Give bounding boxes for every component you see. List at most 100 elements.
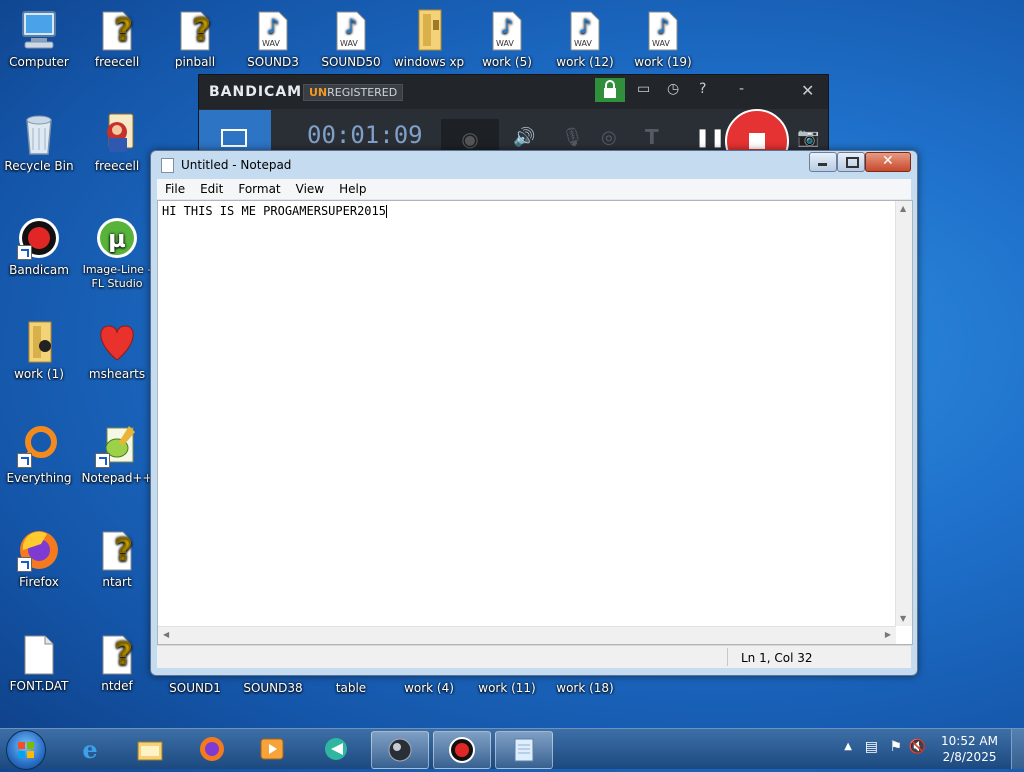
desktop-icon-label: ntart xyxy=(102,575,132,589)
taskbar-internet-explorer[interactable]: e xyxy=(62,731,118,767)
unregistered-badge[interactable]: UNREGISTERED xyxy=(303,84,404,101)
desktop-icon-work-4[interactable]: work (4) xyxy=(392,681,466,695)
camera-icon[interactable]: 📷 xyxy=(797,127,819,148)
flag-icon[interactable]: ⚑ xyxy=(889,739,902,755)
desktop-icon-sound50[interactable]: ♪ WAV SOUND50 xyxy=(314,8,388,69)
show-desktop-button[interactable] xyxy=(1011,729,1024,769)
desktop-icon-fl-studio[interactable]: µ Image-Line - FL Studio 11... xyxy=(80,216,154,291)
speaker-muted-icon[interactable]: 🔇 xyxy=(909,739,926,755)
clock[interactable]: 10:52 AM 2/8/2025 xyxy=(941,733,998,765)
desktop-icon-firefox[interactable]: Firefox xyxy=(2,528,76,589)
desktop-icon-work-5[interactable]: ♪ WAV work (5) xyxy=(470,8,544,69)
internet-explorer-icon: e xyxy=(82,736,97,762)
scroll-right-icon[interactable]: ▶ xyxy=(885,630,891,639)
desktop-icon-ntart[interactable]: ? ntart xyxy=(80,528,154,589)
microphone-icon[interactable]: 🎙 xyxy=(561,127,584,148)
desktop-icon-everything[interactable]: Everything xyxy=(2,424,76,485)
desktop-icon-work-1[interactable]: work (1) xyxy=(2,320,76,381)
svg-text:♪: ♪ xyxy=(501,14,514,38)
pause-icon[interactable]: ❚❚ xyxy=(695,127,725,148)
svg-text:?: ? xyxy=(115,13,132,48)
desktop-icon-pinball[interactable]: ? pinball xyxy=(158,8,232,69)
taskbar-dark-orb[interactable] xyxy=(371,731,429,769)
menu-help[interactable]: Help xyxy=(331,179,373,196)
wav-file-icon: ♪ WAV xyxy=(485,8,529,52)
desktop-icon-label: mshearts xyxy=(88,367,146,381)
desktop-icon-recycle-bin[interactable]: Recycle Bin xyxy=(2,112,76,173)
menu-format[interactable]: Format xyxy=(230,179,287,196)
start-button[interactable] xyxy=(6,730,46,770)
desktop-icon-freecell[interactable]: ? freecell xyxy=(80,8,154,69)
mouse-cursor-icon[interactable]: ◎ xyxy=(601,127,617,148)
menu-file[interactable]: File xyxy=(157,179,192,196)
scroll-down-icon[interactable]: ▼ xyxy=(900,614,906,623)
desktop-icon-label: Image-Line - FL Studio 11... xyxy=(82,263,152,290)
unknown-file-icon: ? xyxy=(95,632,139,676)
vertical-scrollbar[interactable]: ▲ ▼ xyxy=(895,201,912,626)
maximize-button[interactable] xyxy=(837,152,865,172)
desktop-icon-label: Recycle Bin xyxy=(4,159,74,173)
desktop-icon-work-12[interactable]: ♪ WAV work (12) xyxy=(548,8,622,69)
windows-logo-icon xyxy=(18,742,34,758)
desktop-icon-windows-xp[interactable]: windows xp xyxy=(392,8,466,69)
desktop-icon-mshearts[interactable]: mshearts xyxy=(80,320,154,381)
bandicam-brand: BANDICAM xyxy=(209,84,303,100)
lock-icon[interactable] xyxy=(595,78,625,102)
clock-time: 10:52 AM xyxy=(941,734,998,748)
desktop-icon-ntdef[interactable]: ? ntdef xyxy=(80,632,154,693)
desktop-icon-label: work (1) xyxy=(14,367,64,381)
taskbar-game[interactable] xyxy=(308,731,364,767)
folder-icon[interactable]: ▭ xyxy=(637,81,650,97)
desktop-icon-notepad-plus-plus[interactable]: Notepad++ xyxy=(80,424,154,485)
desktop-icon-work-11[interactable]: work (11) xyxy=(470,681,544,695)
wav-badge: WAV xyxy=(340,39,358,48)
desktop-icon-work-19[interactable]: ♪ WAV work (19) xyxy=(626,8,700,69)
scroll-up-icon[interactable]: ▲ xyxy=(900,204,906,213)
wav-file-icon: ♪ WAV xyxy=(641,8,685,52)
desktop-icon-work-18[interactable]: work (18) xyxy=(548,681,622,695)
scroll-left-icon[interactable]: ◀ xyxy=(163,630,169,639)
media-player-icon xyxy=(260,738,284,760)
editor-content[interactable]: HI THIS IS ME PROGAMERSUPER2015 xyxy=(162,204,387,218)
clock-date: 2/8/2025 xyxy=(942,750,997,764)
minimize-icon xyxy=(818,163,827,166)
speaker-icon[interactable]: 🔊 xyxy=(513,127,535,148)
taskbar-firefox[interactable] xyxy=(184,731,240,767)
taskbar-bandicam[interactable] xyxy=(433,731,491,769)
desktop-icon-table[interactable]: table xyxy=(314,681,388,695)
taskbar-media-player[interactable] xyxy=(244,731,300,767)
desktop-icon-sound1[interactable]: SOUND1 xyxy=(158,681,232,695)
text-caret xyxy=(385,205,387,218)
unknown-file-icon: ? xyxy=(95,528,139,572)
notepad-plus-plus-icon xyxy=(95,424,139,468)
desktop-icon-font-dat[interactable]: FONT.DAT xyxy=(2,632,76,693)
chevron-up-icon[interactable]: ▲ xyxy=(844,741,852,752)
desktop-icon-computer[interactable]: Computer xyxy=(2,8,76,69)
minimize-icon[interactable]: - xyxy=(739,81,744,97)
wav-badge: WAV xyxy=(574,39,592,48)
taskbar-file-explorer[interactable] xyxy=(122,731,178,767)
text-icon[interactable]: T xyxy=(645,125,659,149)
taskbar-notepad[interactable] xyxy=(495,731,553,769)
close-icon[interactable]: ✕ xyxy=(801,81,814,100)
svg-text:µ: µ xyxy=(108,225,126,253)
clock-icon[interactable]: ◷ xyxy=(667,81,679,97)
notepad-titlebar[interactable]: Untitled - Notepad ✕ xyxy=(151,151,917,178)
desktop-icon-bandicam[interactable]: Bandicam xyxy=(2,216,76,277)
blank-file-icon xyxy=(17,632,61,676)
horizontal-scrollbar[interactable]: ◀ ▶ xyxy=(158,626,896,644)
wav-file-icon: ♪ WAV xyxy=(329,8,373,52)
help-icon[interactable]: ? xyxy=(699,81,706,97)
desktop-icon-sound38[interactable]: SOUND38 xyxy=(236,681,310,695)
desktop-icon-label: Everything xyxy=(6,471,72,485)
desktop-icon-sound3[interactable]: ♪ WAV SOUND3 xyxy=(236,8,310,69)
minimize-button[interactable] xyxy=(809,152,837,172)
everything-search-icon xyxy=(17,424,61,468)
close-button[interactable]: ✕ xyxy=(865,152,911,172)
desktop-icon-freecell-game[interactable]: freecell xyxy=(80,112,154,173)
network-icon[interactable]: ▤ xyxy=(865,739,878,755)
text-editor[interactable]: HI THIS IS ME PROGAMERSUPER2015 ▲ ▼ ◀ ▶ xyxy=(157,200,913,645)
menu-edit[interactable]: Edit xyxy=(192,179,230,196)
desktop-icon-label: Notepad++ xyxy=(81,471,153,485)
menu-view[interactable]: View xyxy=(288,179,331,196)
